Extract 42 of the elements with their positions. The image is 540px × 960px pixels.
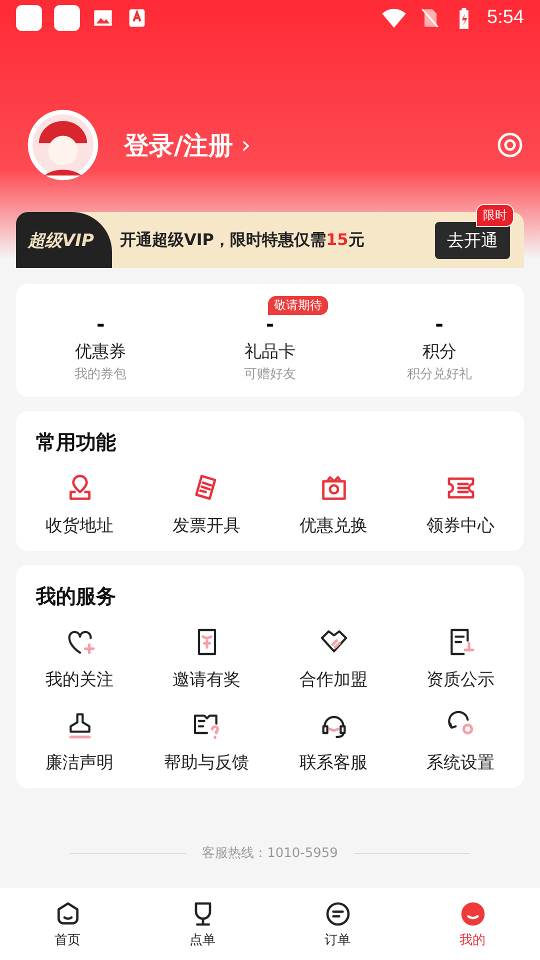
stat-subtitle: 可赠好友 [244,366,296,383]
nav-tab[interactable]: 订单 [270,888,405,960]
vip-logo: 超级VIP [16,212,112,268]
hotline-text: 客服热线：1010-5959 [202,845,338,862]
stat-value[interactable]: - [435,312,444,336]
nav-tab[interactable]: 首页 [0,888,135,960]
stat-label[interactable]: 礼品卡 [244,340,296,363]
avatar-icon[interactable] [26,108,100,182]
service-label[interactable]: 廉洁声明 [46,751,114,774]
stat-subtitle: 积分兑好礼 [406,366,472,383]
wifi-icon [381,7,408,29]
nav-tab[interactable]: 点单 [135,888,270,960]
service-label[interactable]: 邀请有奖 [172,668,240,691]
section-title: 常用功能 [35,429,117,456]
function-label[interactable]: 领券中心 [426,514,494,537]
stat-subtitle: 我的券包 [74,366,127,383]
service-label[interactable]: 合作加盟 [300,668,368,691]
open-vip-button[interactable]: 去开通 [435,222,510,258]
function-label[interactable]: 发票开具 [172,514,240,537]
profile-icon [458,900,486,928]
settings-icon[interactable] [496,131,524,159]
section-title: 我的服务 [34,583,117,610]
function-label[interactable]: 收货地址 [46,514,114,537]
service-label[interactable]: 联系客服 [300,751,368,774]
service-label[interactable]: 我的关注 [46,668,114,691]
no-sim-icon [419,7,442,29]
service-label[interactable]: 帮助与反馈 [164,751,249,774]
nav-tab[interactable]: 我的 [405,888,540,960]
status-time: 5:54 [487,7,524,29]
service-label[interactable]: 资质公示 [426,668,494,691]
function-label[interactable]: 优惠兑换 [300,514,368,537]
coming-soon-badge: 敬请期待 [268,296,328,315]
vip-promo-text: 开通超级VIP，限时特惠仅需15元 [120,230,364,250]
stat-value[interactable]: - [266,312,274,336]
notification-icon [16,5,42,31]
order-icon [324,900,352,928]
notification-icon [54,5,80,31]
stat-label[interactable]: 积分 [422,340,456,363]
stat-value[interactable]: - [96,312,105,336]
service-label[interactable]: 系统设置 [426,751,494,774]
limited-tag: 限时 [476,204,514,227]
stat-label[interactable]: 优惠券 [75,340,126,363]
